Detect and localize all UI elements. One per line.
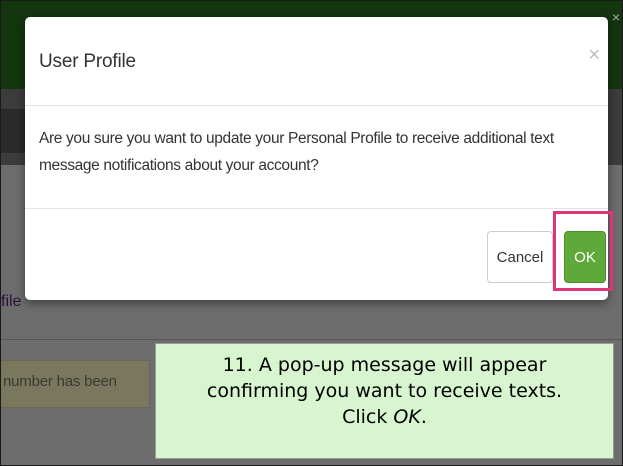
- modal-message: Are you sure you want to update your Per…: [39, 130, 554, 174]
- background-divider: [1, 339, 622, 340]
- close-icon[interactable]: ×: [588, 45, 600, 65]
- modal-header: User Profile ×: [25, 17, 608, 106]
- callout-line-3: Click OK.: [156, 404, 613, 430]
- modal-title: User Profile: [39, 51, 136, 72]
- callout-line-3-prefix: Click: [342, 406, 394, 428]
- cancel-button[interactable]: Cancel: [487, 231, 553, 283]
- background-close-icon: ×: [611, 9, 620, 25]
- background-profile-link: file: [1, 293, 22, 310]
- ok-button[interactable]: OK: [564, 231, 606, 283]
- callout-line-3-emphasis: OK: [393, 406, 421, 428]
- background-alert-text: number has been: [3, 373, 117, 390]
- screenshot-frame: × file number has been User Profile × Ar…: [0, 0, 623, 466]
- page-subbar-tab: [1, 109, 25, 153]
- user-profile-modal: User Profile × Are you sure you want to …: [25, 17, 613, 300]
- callout-line-1: 11. A pop-up message will appear: [222, 354, 547, 376]
- callout-line-2: confirming you want to receive texts.: [206, 380, 563, 402]
- instruction-callout: 11. A pop-up message will appear confirm…: [155, 343, 614, 459]
- callout-line-3-suffix: .: [420, 406, 427, 428]
